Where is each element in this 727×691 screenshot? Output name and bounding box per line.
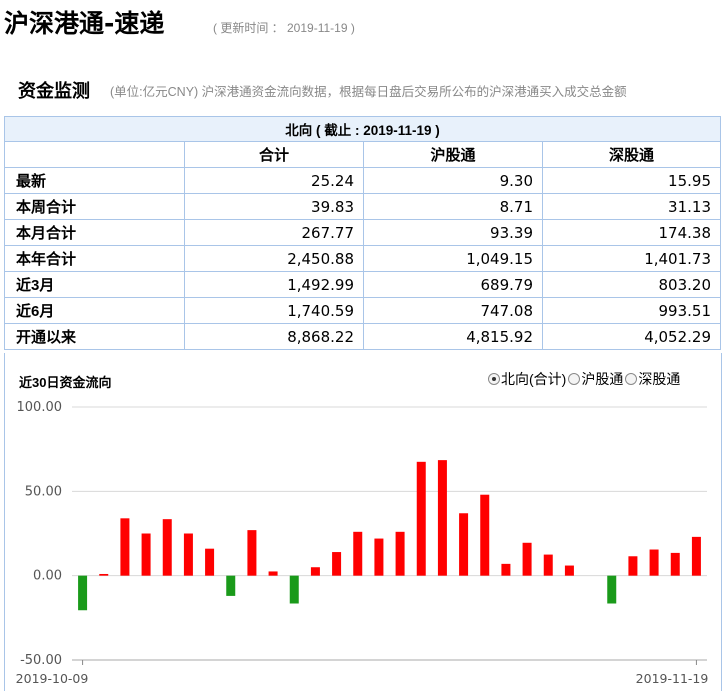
chart-bar bbox=[501, 563, 511, 576]
chart-bar bbox=[183, 533, 193, 576]
chart-bar bbox=[670, 552, 680, 576]
chart-bar bbox=[120, 518, 130, 576]
chart-bar bbox=[353, 531, 363, 576]
chart-bar bbox=[607, 575, 617, 604]
y-tick-label: 0.00 bbox=[33, 569, 62, 584]
chart-bar bbox=[310, 567, 320, 576]
chart-bar bbox=[99, 573, 109, 576]
x-tick-label: 2019-10-09 bbox=[16, 671, 89, 686]
chart-bar bbox=[374, 538, 384, 576]
chart-bar bbox=[162, 519, 172, 576]
chart-bar bbox=[564, 565, 574, 576]
chart-bar bbox=[289, 575, 299, 604]
chart-bar bbox=[691, 536, 701, 576]
chart-bar bbox=[141, 533, 151, 576]
chart-bar bbox=[226, 575, 236, 596]
chart-bar bbox=[459, 513, 469, 576]
chart-bar bbox=[416, 461, 426, 576]
chart-bar bbox=[247, 530, 257, 576]
chart-bar bbox=[437, 460, 447, 576]
chart-bar bbox=[205, 548, 215, 576]
y-tick-label: 100.00 bbox=[17, 400, 63, 415]
y-tick-label: -50.00 bbox=[20, 653, 62, 668]
chart-bar bbox=[480, 494, 490, 576]
chart-bar bbox=[395, 531, 405, 576]
flow-bar-chart: 100.00 50.00 0.00 -50.00 2019-10-09 2019-11-1… bbox=[16, 400, 709, 686]
chart-bar bbox=[628, 556, 638, 576]
chart-bar bbox=[543, 554, 553, 576]
x-tick-label: 2019-11-19 bbox=[636, 671, 709, 686]
chart-bar bbox=[522, 542, 532, 576]
chart-bar bbox=[649, 549, 659, 576]
chart-bar bbox=[268, 571, 278, 576]
y-tick-label: 50.00 bbox=[25, 484, 62, 499]
chart-bar bbox=[332, 552, 342, 576]
chart-bar bbox=[78, 575, 88, 611]
